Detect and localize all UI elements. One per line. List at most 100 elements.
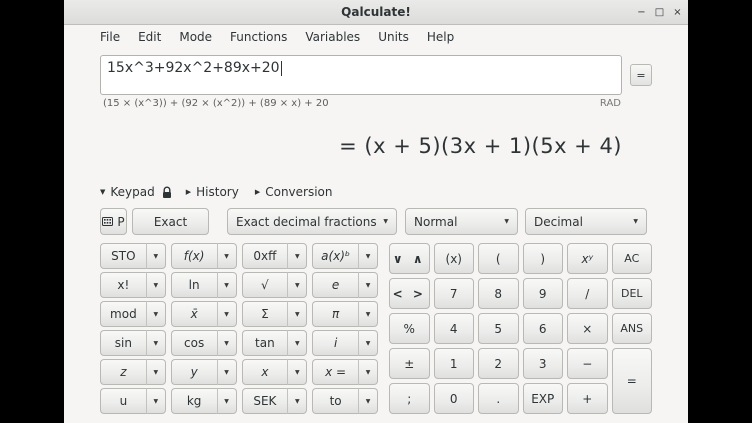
exact-toggle-button[interactable]: Exact: [132, 208, 209, 235]
key-z-arrow[interactable]: ▼: [146, 359, 166, 385]
fraction-mode-select[interactable]: Exact decimal fractions ▼: [227, 208, 397, 235]
close-button[interactable]: ×: [670, 5, 685, 20]
key-close-paren[interactable]: ): [523, 243, 564, 274]
key-sin[interactable]: sin: [100, 330, 146, 356]
key-plus-minus[interactable]: ±: [389, 348, 430, 379]
key-function[interactable]: f(x): [171, 243, 217, 269]
key-del[interactable]: DEL: [612, 278, 653, 309]
key-percent[interactable]: %: [389, 313, 430, 344]
key-u-arrow[interactable]: ▼: [146, 388, 166, 414]
key-z[interactable]: z: [100, 359, 146, 385]
key-9[interactable]: 9: [523, 278, 564, 309]
key-exp[interactable]: EXP: [523, 383, 564, 414]
key-kg[interactable]: kg: [171, 388, 217, 414]
key-sek[interactable]: SEK: [242, 388, 288, 414]
menu-variables[interactable]: Variables: [296, 27, 369, 47]
maximize-button[interactable]: □: [652, 5, 667, 20]
titlebar[interactable]: Qalculate! − □ ×: [64, 0, 688, 25]
approximation-mode-select[interactable]: Normal ▼: [405, 208, 518, 235]
key-open-paren[interactable]: (: [478, 243, 519, 274]
menu-mode[interactable]: Mode: [170, 27, 221, 47]
key-tan-arrow[interactable]: ▼: [287, 330, 307, 356]
key-nav-left-right[interactable]: < >: [389, 278, 430, 309]
key-pi[interactable]: π: [312, 301, 358, 327]
key-hex[interactable]: 0xff: [242, 243, 288, 269]
key-6[interactable]: 6: [523, 313, 564, 344]
key-1[interactable]: 1: [434, 348, 475, 379]
keypad-right: ∨ ∧ (x) ( ) xʸ AC < > 7 8 9 / DEL % 4 5 …: [389, 243, 652, 414]
key-2[interactable]: 2: [478, 348, 519, 379]
key-y-arrow[interactable]: ▼: [217, 359, 237, 385]
key-sqrt[interactable]: √: [242, 272, 288, 298]
key-x[interactable]: x: [242, 359, 288, 385]
key-ln[interactable]: ln: [171, 272, 217, 298]
minimize-button[interactable]: −: [634, 5, 649, 20]
key-axb[interactable]: a(x)ᵇ: [312, 243, 358, 269]
key-x-equals[interactable]: x =: [312, 359, 358, 385]
key-function-arrow[interactable]: ▼: [217, 243, 237, 269]
key-tan[interactable]: tan: [242, 330, 288, 356]
key-x-arrow[interactable]: ▼: [287, 359, 307, 385]
key-e[interactable]: e: [312, 272, 358, 298]
number-base-select[interactable]: Decimal ▼: [525, 208, 647, 235]
key-cos-arrow[interactable]: ▼: [217, 330, 237, 356]
key-axb-arrow[interactable]: ▼: [358, 243, 378, 269]
key-ac[interactable]: AC: [612, 243, 653, 274]
key-factorial-arrow[interactable]: ▼: [146, 272, 166, 298]
key-4[interactable]: 4: [434, 313, 475, 344]
key-pi-arrow[interactable]: ▼: [358, 301, 378, 327]
key-0[interactable]: 0: [434, 383, 475, 414]
key-3[interactable]: 3: [523, 348, 564, 379]
keypad-toggle[interactable]: ▼ Keypad: [100, 185, 155, 199]
key-i[interactable]: i: [312, 330, 358, 356]
key-semicolon[interactable]: ;: [389, 383, 430, 414]
key-factorial[interactable]: x!: [100, 272, 146, 298]
key-to[interactable]: to: [312, 388, 358, 414]
key-sto-arrow[interactable]: ▼: [146, 243, 166, 269]
key-sek-arrow[interactable]: ▼: [287, 388, 307, 414]
key-sum[interactable]: Σ: [242, 301, 288, 327]
menu-help[interactable]: Help: [418, 27, 463, 47]
key-hex-arrow[interactable]: ▼: [287, 243, 307, 269]
key-dot[interactable]: .: [478, 383, 519, 414]
key-y[interactable]: y: [171, 359, 217, 385]
history-toggle[interactable]: ▶ History: [186, 185, 239, 199]
key-sto[interactable]: STO: [100, 243, 146, 269]
menu-units[interactable]: Units: [369, 27, 418, 47]
key-ln-arrow[interactable]: ▼: [217, 272, 237, 298]
key-sqrt-arrow[interactable]: ▼: [287, 272, 307, 298]
key-e-arrow[interactable]: ▼: [358, 272, 378, 298]
programming-keypad-button[interactable]: P: [100, 208, 127, 235]
key-to-arrow[interactable]: ▼: [358, 388, 378, 414]
menu-edit[interactable]: Edit: [129, 27, 170, 47]
key-divide[interactable]: /: [567, 278, 608, 309]
key-smart-parentheses[interactable]: (x): [434, 243, 475, 274]
conversion-toggle[interactable]: ▶ Conversion: [255, 185, 333, 199]
key-i-arrow[interactable]: ▼: [358, 330, 378, 356]
key-8[interactable]: 8: [478, 278, 519, 309]
key-multiply[interactable]: ×: [567, 313, 608, 344]
key-mod[interactable]: mod: [100, 301, 146, 327]
key-5[interactable]: 5: [478, 313, 519, 344]
expression-input[interactable]: 15x^3+92x^2+89x+20: [100, 55, 622, 95]
key-sin-arrow[interactable]: ▼: [146, 330, 166, 356]
menu-file[interactable]: File: [91, 27, 129, 47]
key-ans[interactable]: ANS: [612, 313, 653, 344]
key-nav-up-down[interactable]: ∨ ∧: [389, 243, 430, 274]
key-sum-arrow[interactable]: ▼: [287, 301, 307, 327]
key-power[interactable]: xʸ: [567, 243, 608, 274]
key-kg-arrow[interactable]: ▼: [217, 388, 237, 414]
key-mean-arrow[interactable]: ▼: [217, 301, 237, 327]
lock-icon[interactable]: [162, 186, 172, 199]
calculate-button[interactable]: =: [630, 64, 652, 86]
key-minus[interactable]: −: [567, 348, 608, 379]
menu-functions[interactable]: Functions: [221, 27, 296, 47]
key-plus[interactable]: +: [567, 383, 608, 414]
key-u[interactable]: u: [100, 388, 146, 414]
key-mod-arrow[interactable]: ▼: [146, 301, 166, 327]
key-7[interactable]: 7: [434, 278, 475, 309]
key-equals[interactable]: =: [612, 348, 653, 414]
key-cos[interactable]: cos: [171, 330, 217, 356]
key-x-equals-arrow[interactable]: ▼: [358, 359, 378, 385]
key-mean[interactable]: x̄: [171, 301, 217, 327]
